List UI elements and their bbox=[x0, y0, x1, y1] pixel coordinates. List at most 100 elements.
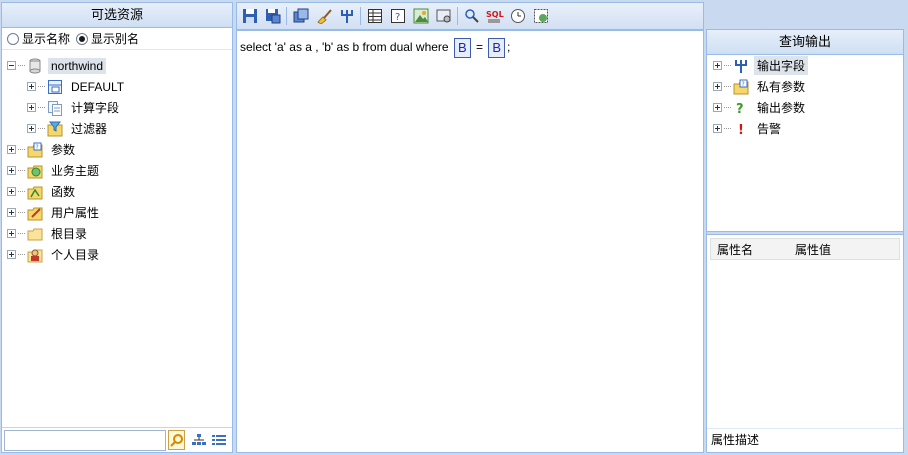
property-description: 属性描述 bbox=[707, 428, 903, 452]
query-output-title: 查询输出 bbox=[707, 30, 903, 55]
tree-node-output-fields[interactable]: 输出字段 bbox=[713, 55, 903, 76]
sql-editor[interactable]: select 'a' as a , 'b' as b from dual whe… bbox=[240, 35, 700, 59]
tree-node-personal-folder[interactable]: 个人目录 bbox=[2, 244, 232, 265]
history-button[interactable] bbox=[508, 7, 527, 26]
tree-node-functions[interactable]: 函数 bbox=[2, 181, 232, 202]
search-icon bbox=[464, 9, 479, 23]
table-view-button[interactable] bbox=[365, 7, 384, 26]
panel-splitter[interactable] bbox=[707, 231, 903, 235]
tree-node-label: 输出字段 bbox=[754, 56, 809, 75]
folder-icon bbox=[27, 226, 43, 242]
property-value-header: 属性值 bbox=[795, 242, 832, 257]
tree-node-northwind[interactable]: northwind bbox=[2, 55, 232, 76]
tree-node-business-topics[interactable]: 业务主题 bbox=[2, 160, 232, 181]
settings-button[interactable] bbox=[434, 7, 453, 26]
sql-operator: = bbox=[475, 40, 483, 54]
radio-show-name[interactable]: 显示名称 bbox=[7, 30, 70, 47]
radio-show-alias-circle[interactable] bbox=[76, 32, 89, 45]
tree-line bbox=[18, 212, 25, 213]
resources-panel-title: 可选资源 bbox=[2, 3, 232, 28]
clock-icon bbox=[510, 9, 525, 23]
property-name-header: 属性名 bbox=[717, 242, 754, 257]
tree-line bbox=[18, 149, 25, 150]
toolbar-separator bbox=[360, 7, 361, 25]
tree-node-default[interactable]: DEFAULT bbox=[2, 76, 232, 97]
tree-line bbox=[724, 86, 731, 87]
expand-toggle[interactable] bbox=[27, 103, 36, 112]
expand-toggle[interactable] bbox=[713, 82, 722, 91]
business-topic-icon bbox=[27, 163, 43, 179]
tree-node-user-attributes[interactable]: 用户属性 bbox=[2, 202, 232, 223]
expand-toggle[interactable] bbox=[7, 145, 16, 154]
image-button[interactable] bbox=[411, 7, 430, 26]
radio-show-name-label: 显示名称 bbox=[22, 32, 71, 46]
tree-node-label: 函数 bbox=[51, 185, 76, 199]
tree-node-label: 私有参数 bbox=[757, 80, 806, 94]
expand-toggle[interactable] bbox=[27, 82, 36, 91]
tree-node-label: 参数 bbox=[51, 143, 76, 157]
app-window: 可选资源 显示名称 显示别名 northwind DEFAULT 计算字段 过滤… bbox=[0, 0, 908, 455]
clear-button[interactable] bbox=[314, 7, 333, 26]
tree-view-button[interactable] bbox=[189, 431, 208, 450]
tree-node-label: 业务主题 bbox=[51, 164, 100, 178]
tree-node-root-folder[interactable]: 根目录 bbox=[2, 223, 232, 244]
tree-line bbox=[18, 170, 25, 171]
table-icon bbox=[47, 79, 63, 95]
tree-node-calc-fields[interactable]: 计算字段 bbox=[2, 97, 232, 118]
save-as-button[interactable] bbox=[263, 7, 282, 26]
collapse-toggle[interactable] bbox=[7, 61, 16, 70]
svg-text:SQL: SQL bbox=[486, 10, 504, 19]
tree-line bbox=[18, 191, 25, 192]
expand-toggle[interactable] bbox=[27, 124, 36, 133]
copy-icon bbox=[293, 8, 308, 23]
list-view-icon bbox=[211, 435, 226, 445]
tree-view-icon bbox=[191, 434, 206, 445]
sql-button[interactable]: SQL bbox=[485, 7, 504, 26]
parameter-token[interactable]: B bbox=[453, 37, 471, 58]
field-button[interactable] bbox=[337, 7, 356, 26]
tree-node-private-params[interactable]: ? 私有参数 bbox=[713, 76, 903, 97]
expand-toggle[interactable] bbox=[713, 61, 722, 70]
alert-icon: ! bbox=[733, 121, 749, 138]
list-view-button[interactable] bbox=[209, 431, 228, 450]
tree-line bbox=[724, 128, 731, 129]
personal-folder-icon bbox=[27, 247, 43, 263]
tree-node-label: 计算字段 bbox=[71, 101, 120, 115]
parameter-token[interactable]: B bbox=[488, 37, 505, 58]
find-button[interactable] bbox=[462, 7, 481, 26]
output-field-icon bbox=[733, 58, 749, 74]
tree-line bbox=[18, 233, 25, 234]
expand-toggle[interactable] bbox=[7, 166, 16, 175]
copy-button[interactable] bbox=[291, 7, 310, 26]
tree-node-filters[interactable]: 过滤器 bbox=[2, 118, 232, 139]
resources-panel: 可选资源 显示名称 显示别名 northwind DEFAULT 计算字段 过滤… bbox=[1, 2, 233, 453]
tree-node-label: northwind bbox=[48, 57, 107, 74]
tree-node-label: 输出参数 bbox=[757, 101, 806, 115]
radio-show-name-circle[interactable] bbox=[7, 32, 19, 45]
sql-editor-panel: ? SQL select 'a' as a , 'b' as b from du… bbox=[236, 2, 704, 453]
tree-node-label: 告警 bbox=[757, 122, 782, 136]
tree-node-output-params[interactable]: ? 输出参数 bbox=[713, 97, 903, 118]
expand-toggle[interactable] bbox=[7, 250, 16, 259]
tree-node-parameters[interactable]: ? 参数 bbox=[2, 139, 232, 160]
output-param-icon: ? bbox=[733, 100, 749, 117]
refresh-icon bbox=[533, 9, 548, 23]
expand-toggle[interactable] bbox=[7, 208, 16, 217]
refresh-button[interactable] bbox=[531, 7, 550, 26]
tree-line bbox=[38, 107, 45, 108]
search-icon bbox=[169, 434, 183, 447]
help-query-button[interactable]: ? bbox=[388, 7, 407, 26]
save-button[interactable] bbox=[240, 7, 259, 26]
radio-show-alias[interactable]: 显示别名 bbox=[76, 30, 139, 47]
tree-node-label: DEFAULT bbox=[71, 79, 125, 94]
expand-toggle[interactable] bbox=[713, 124, 722, 133]
resource-search-input[interactable] bbox=[4, 429, 166, 451]
tree-node-alerts[interactable]: ! 告警 bbox=[713, 118, 903, 139]
query-output-panel: 查询输出 输出字段 ? 私有参数 ? 输出参数 ! 告警 属性名 属性值 属性描… bbox=[706, 29, 904, 453]
expand-toggle[interactable] bbox=[7, 229, 16, 238]
search-button[interactable] bbox=[168, 430, 185, 450]
clear-icon bbox=[316, 9, 332, 24]
expand-toggle[interactable] bbox=[713, 103, 722, 112]
expand-toggle[interactable] bbox=[7, 187, 16, 196]
svg-text:!: ! bbox=[738, 123, 744, 137]
